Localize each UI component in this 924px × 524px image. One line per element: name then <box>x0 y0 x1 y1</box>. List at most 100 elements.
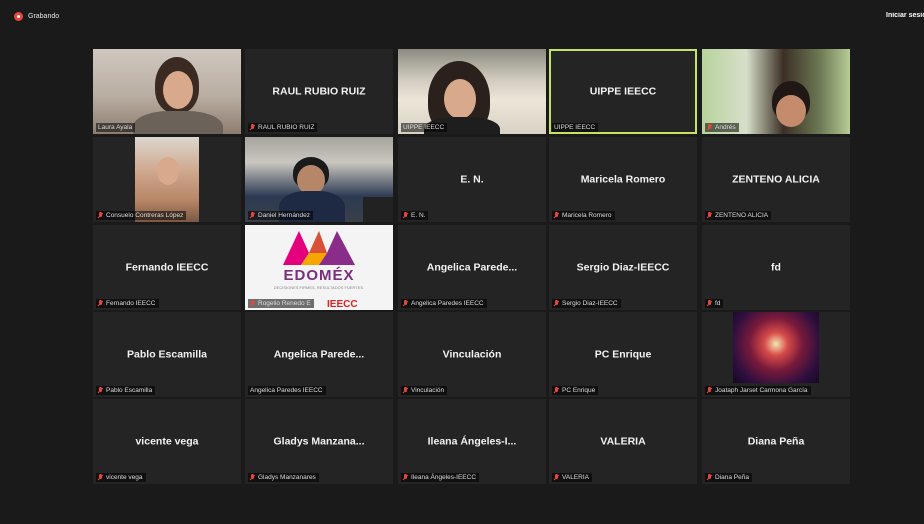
participant-tile[interactable]: fd fd <box>702 225 850 310</box>
mic-muted-icon <box>707 300 712 307</box>
participant-tile[interactable]: Angelica Parede... Angelica Paredes IEECC <box>245 312 393 397</box>
participant-name: Laura Ayala <box>98 124 133 131</box>
participant-display-name: Diana Peña <box>747 434 805 447</box>
participant-name-tag: Rogelio Renedo E <box>248 299 314 308</box>
participant-name: Daniel Hernández <box>258 212 311 219</box>
participant-tile[interactable]: Consuelo Contreras López <box>93 137 241 222</box>
participant-tile[interactable]: VALERIA VALERIA <box>549 399 697 484</box>
participant-tile[interactable]: Joataph Jarset Carmona García <box>702 312 850 397</box>
mic-muted-icon <box>250 212 255 219</box>
participant-name: Fernando IEECC <box>106 300 156 307</box>
participant-name-tag: Laura Ayala <box>96 123 136 132</box>
participant-video: EDOMÉX DECISIONES FIRMES, RESULTADOS FUER… <box>245 225 393 310</box>
mic-muted-icon <box>403 212 408 219</box>
participant-name-tag: Sergio Diaz-IEECC <box>552 299 621 308</box>
participant-tile[interactable]: ZENTENO ALICIA ZENTENO ALICIA <box>702 137 850 222</box>
participant-tile[interactable]: E. N. E. N. <box>398 137 546 222</box>
participant-name-tag: fd <box>705 299 724 308</box>
participant-tile[interactable]: Pablo Escamilla Pablo Escamilla <box>93 312 241 397</box>
participant-name: Diana Peña <box>715 474 749 481</box>
mic-muted-icon <box>98 300 103 307</box>
participant-name-tag: UIPPE IEECC <box>552 123 599 132</box>
participant-name: Vinculación <box>411 387 445 394</box>
edomex-tagline: DECISIONES FIRMES, RESULTADOS FUERTES. <box>273 285 365 290</box>
participant-video <box>135 137 199 222</box>
participant-name: VALERIA <box>562 474 589 481</box>
participant-name-tag: Angelica Paredes IEECC <box>401 299 487 308</box>
mic-muted-icon <box>98 387 103 394</box>
mic-muted-icon <box>554 300 559 307</box>
participant-name: Angelica Paredes IEECC <box>250 387 323 394</box>
participant-name: Sergio Diaz-IEECC <box>562 300 618 307</box>
mic-muted-icon <box>554 387 559 394</box>
recording-indicator[interactable]: Grabando <box>14 12 59 21</box>
participant-tile[interactable]: Maricela Romero Maricela Romero <box>549 137 697 222</box>
participant-tile[interactable]: Angelica Parede... Angelica Paredes IEECC <box>398 225 546 310</box>
participant-display-name: Angelica Parede... <box>426 260 518 273</box>
participant-display-name: fd <box>771 260 781 273</box>
participant-tile[interactable]: Daniel Hernández <box>245 137 393 222</box>
participant-tile[interactable]: Diana Peña Diana Peña <box>702 399 850 484</box>
mic-muted-icon <box>98 474 103 481</box>
mic-muted-icon <box>403 300 408 307</box>
participant-tile[interactable]: Andrés <box>702 49 850 134</box>
mic-muted-icon <box>707 124 712 131</box>
participant-tile[interactable]: Laura Ayala <box>93 49 241 134</box>
participant-display-name: Maricela Romero <box>580 172 666 185</box>
participant-name-tag: Maricela Romero <box>552 211 615 220</box>
participant-name-tag: Fernando IEECC <box>96 299 159 308</box>
sign-in-button[interactable]: Iniciar sesión <box>886 12 924 19</box>
participant-tile[interactable]: PC Enrique PC Enrique <box>549 312 697 397</box>
participant-tile[interactable]: Gladys Manzana... Gladys Manzanares <box>245 399 393 484</box>
participant-tile[interactable]: Fernando IEECC Fernando IEECC <box>93 225 241 310</box>
participant-display-name: Angelica Parede... <box>273 347 365 360</box>
participant-display-name: Ileana Ángeles-I... <box>427 434 517 447</box>
participant-name-tag: E. N. <box>401 211 429 220</box>
mic-muted-icon <box>250 474 255 481</box>
participant-tile[interactable]: UIPPE IEECC <box>398 49 546 134</box>
participant-name-tag: Pablo Escamilla <box>96 386 156 395</box>
mic-muted-icon <box>554 474 559 481</box>
edomex-brand: EDOMÉX <box>283 267 355 284</box>
participant-tile[interactable]: vicente vega vicente vega <box>93 399 241 484</box>
participant-name-tag: Consuelo Contreras López <box>96 211 187 220</box>
mic-muted-icon <box>250 124 255 131</box>
participant-name-tag: Diana Peña <box>705 473 752 482</box>
participant-name: ZENTENO ALICIA <box>715 212 769 219</box>
participant-display-name: vicente vega <box>135 434 199 447</box>
mic-muted-icon <box>250 300 255 307</box>
participant-name: vicente vega <box>106 474 143 481</box>
participant-tile[interactable]: EDOMÉX DECISIONES FIRMES, RESULTADOS FUER… <box>245 225 393 310</box>
participant-tile[interactable]: UIPPE IEECC UIPPE IEECC <box>549 49 697 134</box>
participant-name-tag: Ileana Ángeles-IEECC <box>401 473 480 482</box>
participant-name-tag: Gladys Manzanares <box>248 473 319 482</box>
participant-name-tag: Vinculación <box>401 386 448 395</box>
recording-icon <box>14 12 23 21</box>
participant-name: Pablo Escamilla <box>106 387 153 394</box>
mic-muted-icon <box>403 387 408 394</box>
mic-muted-icon <box>98 212 103 219</box>
participant-display-name: Fernando IEECC <box>125 260 209 273</box>
participant-name-tag: RAUL RUBIO RUIZ <box>248 123 318 132</box>
participant-display-name: Vinculación <box>442 347 502 360</box>
mic-muted-icon <box>707 387 712 394</box>
participant-tile[interactable]: Vinculación Vinculación <box>398 312 546 397</box>
participant-grid: Laura Ayala RAUL RUBIO RUIZ RAUL RUBIO RUI… <box>93 49 853 486</box>
participant-name: Joataph Jarset Carmona García <box>715 387 808 394</box>
participant-name: fd <box>715 300 721 307</box>
mic-muted-icon <box>707 212 712 219</box>
participant-display-name: UIPPE IEECC <box>589 84 657 97</box>
participant-display-name: E. N. <box>460 172 484 185</box>
participant-name: E. N. <box>411 212 426 219</box>
participant-name-tag: Angelica Paredes IEECC <box>248 386 326 395</box>
participant-name-tag: VALERIA <box>552 473 592 482</box>
participant-tile[interactable]: Sergio Diaz-IEECC Sergio Diaz-IEECC <box>549 225 697 310</box>
participant-display-name: Pablo Escamilla <box>127 347 207 360</box>
participant-tile[interactable]: Ileana Ángeles-I... Ileana Ángeles-IEECC <box>398 399 546 484</box>
participant-tile[interactable]: RAUL RUBIO RUIZ RAUL RUBIO RUIZ <box>245 49 393 134</box>
participant-display-name: PC Enrique <box>594 347 652 360</box>
participant-video <box>398 49 546 134</box>
participant-name: Ileana Ángeles-IEECC <box>411 474 477 481</box>
participant-display-name: Gladys Manzana... <box>273 434 365 447</box>
participant-name: Maricela Romero <box>562 212 612 219</box>
